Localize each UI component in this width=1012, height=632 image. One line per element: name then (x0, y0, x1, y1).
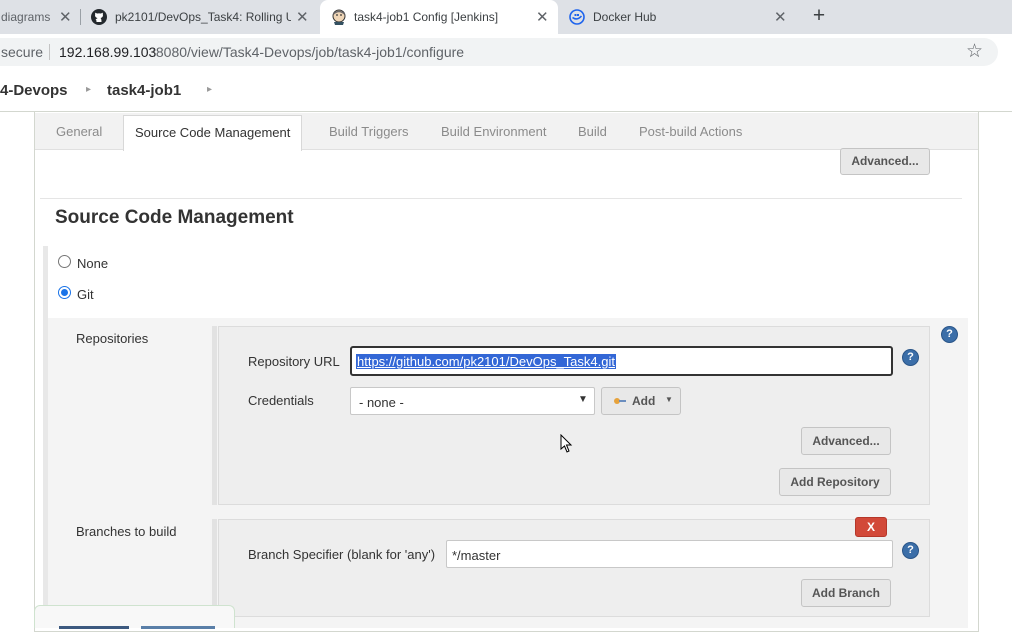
close-icon[interactable]: ✕ (296, 8, 309, 26)
branch-specifier-label: Branch Specifier (blank for 'any') (248, 547, 436, 562)
branch-specifier-input[interactable]: */master (446, 540, 893, 568)
omnibox[interactable]: secure 192.168.99.103 :8080/view/Task4-D… (0, 38, 998, 66)
divider (40, 198, 962, 199)
delete-branch-button[interactable]: X (855, 517, 887, 537)
branches-label: Branches to build (76, 524, 177, 539)
tab-source-code-management[interactable]: Source Code Management (123, 115, 303, 151)
github-icon (91, 9, 107, 25)
tab-build-triggers[interactable]: Build Triggers (329, 113, 408, 150)
add-branch-button[interactable]: Add Branch (801, 579, 891, 607)
bookmark-star-icon[interactable]: ☆ (966, 40, 983, 63)
browser-tab-github[interactable]: pk2101/DevOps_Task4: Rolling U ✕ (82, 0, 318, 34)
help-icon[interactable]: ? (902, 349, 919, 366)
repository-url-value: https://github.com/pk2101/DevOps_Task4.g… (356, 354, 616, 369)
add-label: Add (632, 394, 656, 408)
add-credentials-button[interactable]: Add ▼ (601, 387, 681, 415)
help-icon[interactable]: ? (941, 326, 958, 343)
chevron-right-icon[interactable]: ▸ (207, 84, 212, 95)
tab-title: task4-job1 Config [Jenkins] (354, 10, 499, 24)
close-icon[interactable]: ✕ (59, 8, 72, 26)
help-icon[interactable]: ? (902, 542, 919, 559)
radio-git-label: Git (77, 287, 94, 302)
close-icon[interactable]: ✕ (536, 8, 549, 26)
mouse-cursor-icon (560, 434, 573, 453)
browser-tab-dockerhub[interactable]: Docker Hub ✕ (560, 0, 794, 34)
tab-title: Docker Hub (593, 10, 657, 24)
tab-post-build-actions[interactable]: Post-build Actions (639, 113, 742, 150)
credentials-value: - none - (359, 395, 404, 410)
repository-url-input[interactable]: https://github.com/pk2101/DevOps_Task4.g… (350, 346, 893, 376)
repeatable-bar (212, 326, 217, 505)
credentials-label: Credentials (248, 393, 314, 408)
new-tab-button[interactable]: + (808, 4, 830, 28)
tab-title: diagrams (1, 10, 51, 24)
radio-none[interactable] (58, 255, 71, 268)
repositories-label: Repositories (76, 331, 149, 346)
advanced-repo-button[interactable]: Advanced... (801, 427, 891, 455)
docker-icon (569, 9, 585, 25)
divider (49, 44, 50, 60)
bottom-save-bar (34, 605, 235, 629)
chevron-down-icon: ▼ (578, 394, 588, 405)
config-tab-strip: General Source Code Management Build Tri… (35, 113, 978, 151)
breadcrumb: 4-Devops ▸ task4-job1 ▸ (0, 70, 1012, 112)
breadcrumb-item-view[interactable]: 4-Devops (0, 82, 68, 99)
security-label: secure (1, 44, 44, 60)
radio-git[interactable] (58, 286, 71, 299)
repository-url-label: Repository URL (248, 354, 340, 369)
caret-down-icon: ▼ (665, 395, 673, 404)
add-repository-button[interactable]: Add Repository (779, 468, 891, 496)
section-heading: Source Code Management (55, 207, 294, 228)
breadcrumb-item-job[interactable]: task4-job1 (107, 82, 181, 99)
credentials-select[interactable]: - none - ▼ (350, 387, 595, 415)
tab-build-environment[interactable]: Build Environment (441, 113, 547, 150)
url-host: 192.168.99.103 (59, 44, 157, 60)
radio-none-label: None (77, 256, 109, 271)
url-path: :8080/view/Task4-Devops/job/task4-job1/c… (152, 44, 465, 60)
browser-tab-diagrams[interactable]: diagrams ✕ (0, 0, 78, 34)
jenkins-icon (332, 9, 346, 25)
chevron-right-icon[interactable]: ▸ (86, 84, 91, 95)
tab-build[interactable]: Build (578, 113, 607, 150)
browser-tab-strip: diagrams ✕ pk2101/DevOps_Task4: Rolling … (0, 0, 1012, 34)
tab-separator (80, 9, 81, 25)
tab-general[interactable]: General (56, 113, 102, 150)
browser-tab-jenkins[interactable]: task4-job1 Config [Jenkins] ✕ (320, 0, 558, 34)
key-icon (613, 395, 627, 407)
tab-title: pk2101/DevOps_Task4: Rolling U (115, 10, 291, 24)
close-icon[interactable]: ✕ (774, 8, 787, 26)
branch-specifier-value: */master (452, 548, 501, 563)
advanced-button[interactable]: Advanced... (840, 148, 930, 175)
